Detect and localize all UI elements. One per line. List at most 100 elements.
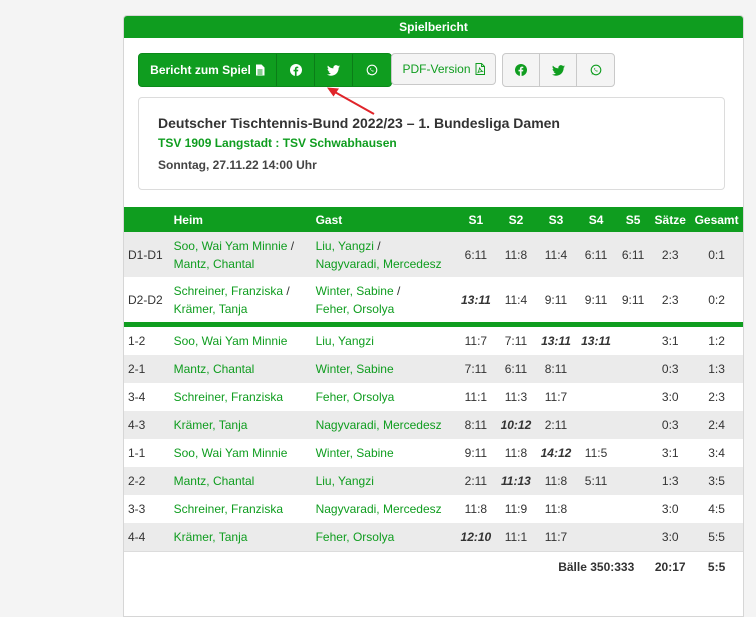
match-position: 1-1 [128, 446, 146, 460]
guest-player-link[interactable]: Winter, Sabine [316, 284, 394, 298]
set-score: 11:8 [464, 502, 488, 516]
set-score: 6:11 [504, 362, 528, 376]
guest-players: Liu, Yangzi / Nagyvaradi, Mercedesz [312, 232, 456, 277]
guest-player-link[interactable]: Nagyvaradi, Mercedesz [312, 495, 456, 523]
guest-player-link[interactable]: Feher, Orsolya [316, 302, 395, 316]
running-total: 4:5 [708, 502, 725, 516]
guest-players: Winter, Sabine / Feher, Orsolya [312, 277, 456, 322]
whatsapp-icon [366, 64, 378, 76]
pdf-version-button[interactable]: PDF-Version [391, 53, 496, 85]
column-header: Sätze [654, 212, 686, 227]
home-player-link[interactable]: Krämer, Tanja [170, 411, 312, 439]
set-score: 13:11 [581, 334, 611, 348]
column-header: S5 [625, 212, 641, 227]
whatsapp-share-button[interactable] [353, 54, 391, 86]
home-player-link[interactable]: Soo, Wai Yam Minnie [174, 239, 288, 253]
guest-player-link[interactable]: Feher, Orsolya [312, 523, 456, 552]
report-button[interactable]: Bericht zum Spiel [139, 54, 277, 86]
share-group [502, 53, 615, 87]
set-score: 11:7 [544, 530, 568, 544]
running-total: 3:4 [708, 446, 725, 460]
running-total: 0:2 [708, 292, 725, 307]
facebook-share-button-2[interactable] [503, 54, 540, 86]
set-score [576, 411, 616, 439]
set-score [576, 523, 616, 552]
set-score: 13:11 [541, 334, 571, 348]
twitter-share-button-2[interactable] [540, 54, 577, 86]
set-score: 11:8 [544, 474, 568, 488]
match-info-box: Deutscher Tischtennis-Bund 2022/23 – 1. … [138, 97, 725, 190]
pair-separator: / [287, 238, 295, 253]
home-player-link[interactable]: Schreiner, Franziska [170, 383, 312, 411]
report-share-group: Bericht zum Spiel [138, 53, 392, 87]
set-score: 6:11 [621, 247, 645, 262]
guest-player-link[interactable]: Winter, Sabine [312, 355, 456, 383]
toolbar: Bericht zum Spiel PDF-Version [138, 53, 738, 87]
pdf-version-label: PDF-Version [402, 62, 471, 76]
sets-result: 3:0 [661, 390, 679, 404]
match-position: 4-4 [128, 530, 146, 544]
guest-player-link[interactable]: Nagyvaradi, Mercedesz [312, 411, 456, 439]
summary-row: Bälle 350:333 20:17 5:5 [124, 551, 743, 583]
set-score: 7:11 [464, 362, 488, 376]
final-score: 5:5 [707, 560, 726, 574]
guest-player-link[interactable]: Nagyvaradi, Mercedesz [316, 257, 442, 271]
home-player-link[interactable]: Mantz, Chantal [170, 355, 312, 383]
set-score [616, 523, 650, 552]
home-player-link[interactable]: Krämer, Tanja [170, 523, 312, 552]
set-score: 9:11 [464, 446, 488, 460]
pdf-file-icon [475, 63, 485, 75]
home-players: Soo, Wai Yam Minnie / Mantz, Chantal [170, 232, 312, 277]
column-header: S3 [548, 212, 564, 227]
column-header: Gesamt [694, 212, 739, 227]
home-players: Schreiner, Franziska / Krämer, Tanja [170, 277, 312, 322]
balls-total: Bälle 350:333 [558, 560, 635, 574]
set-score: 6:11 [584, 247, 608, 262]
set-score: 13:11 [460, 292, 491, 307]
running-total: 2:4 [708, 418, 725, 432]
twitter-share-button[interactable] [315, 54, 353, 86]
set-score: 5:11 [584, 474, 608, 488]
home-player-link[interactable]: Soo, Wai Yam Minnie [170, 439, 312, 467]
guest-player-link[interactable]: Feher, Orsolya [312, 383, 456, 411]
match-position: 1-2 [128, 334, 146, 348]
running-total: 1:2 [708, 334, 725, 348]
home-player-link[interactable]: Schreiner, Franziska [170, 495, 312, 523]
set-score: 11:7 [544, 390, 568, 404]
set-score: 11:9 [504, 502, 528, 516]
facebook-share-button[interactable] [277, 54, 315, 86]
set-score: 10:12 [500, 418, 532, 432]
match-position: 3-3 [128, 502, 146, 516]
pair-separator: / [283, 283, 290, 298]
set-score: 11:1 [464, 390, 488, 404]
set-score [616, 411, 650, 439]
home-player-link[interactable]: Krämer, Tanja [174, 302, 248, 316]
set-score: 11:8 [544, 502, 568, 516]
guest-player-link[interactable]: Liu, Yangzi [316, 239, 374, 253]
match-position: 2-1 [128, 362, 146, 376]
home-player-link[interactable]: Schreiner, Franziska [174, 284, 283, 298]
sets-result: 2:3 [661, 247, 679, 262]
guest-player-link[interactable]: Winter, Sabine [312, 439, 456, 467]
home-player-link[interactable]: Soo, Wai Yam Minnie [170, 327, 312, 355]
twitter-icon [551, 64, 565, 76]
whatsapp-icon [590, 64, 601, 76]
set-score [616, 383, 650, 411]
guest-player-link[interactable]: Liu, Yangzi [312, 327, 456, 355]
table-row: 2-2 Mantz, Chantal Liu, Yangzi 2:11 11:13 11:… [124, 467, 743, 495]
match-position: 2-2 [128, 474, 146, 488]
pair-separator: / [393, 283, 401, 298]
match-position: D2-D2 [128, 292, 163, 307]
table-row: D1-D1 Soo, Wai Yam Minnie / Mantz, Chantal… [124, 232, 743, 277]
guest-player-link[interactable]: Liu, Yangzi [312, 467, 456, 495]
table-row: 1-2 Soo, Wai Yam Minnie Liu, Yangzi 11:7 7:1… [124, 327, 743, 355]
set-score: 7:11 [504, 334, 528, 348]
column-header: Gast [315, 212, 343, 227]
sets-result: 0:3 [661, 362, 679, 376]
home-player-link[interactable]: Mantz, Chantal [170, 467, 312, 495]
table-row: 1-1 Soo, Wai Yam Minnie Winter, Sabine 9:11… [124, 439, 743, 467]
whatsapp-share-button-2[interactable] [577, 54, 614, 86]
set-score: 9:11 [544, 292, 568, 307]
set-score [616, 467, 650, 495]
home-player-link[interactable]: Mantz, Chantal [174, 257, 255, 271]
